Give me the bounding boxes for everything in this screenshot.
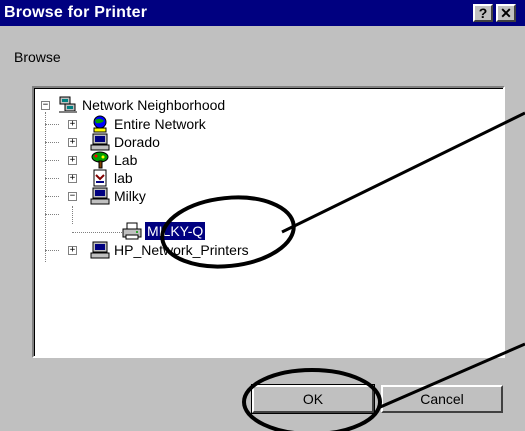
title-bar[interactable]: Browse for Printer ? ✕ bbox=[0, 0, 525, 26]
tree-item-label: Dorado bbox=[114, 134, 160, 150]
globe-network-icon bbox=[93, 115, 107, 133]
collapse-toggle[interactable]: − bbox=[68, 192, 77, 201]
expand-toggle[interactable]: + bbox=[68, 156, 77, 165]
tree-item-milky[interactable]: − Milky bbox=[34, 187, 334, 205]
tree-root-network-neighborhood[interactable]: − Network Neighborhood bbox=[34, 96, 334, 114]
tree-item-label: Entire Network bbox=[114, 116, 206, 132]
ok-button[interactable]: OK bbox=[251, 384, 375, 414]
tree-item-milky-q[interactable]: MILKY-Q bbox=[34, 221, 334, 241]
tree-item-dorado[interactable]: + Dorado bbox=[34, 133, 334, 151]
tree-item-hp-network-printers[interactable]: + HP_Network_Printers bbox=[34, 241, 334, 259]
printer-icon bbox=[122, 222, 142, 240]
computer-icon bbox=[90, 241, 110, 259]
tree-item-lab-lowercase[interactable]: + lab bbox=[34, 169, 334, 187]
computer-icon bbox=[90, 133, 110, 151]
collapse-toggle[interactable]: − bbox=[41, 101, 50, 110]
tree-connector bbox=[45, 214, 59, 215]
document-icon bbox=[93, 169, 107, 187]
browse-label: Browse bbox=[14, 49, 61, 65]
tree-item-label: Milky bbox=[114, 188, 146, 204]
tree-item-label: lab bbox=[114, 170, 133, 186]
tree-item-label: Network Neighborhood bbox=[82, 97, 226, 113]
expand-toggle[interactable]: + bbox=[68, 138, 77, 147]
tree-item-label: HP_Network_Printers bbox=[114, 242, 249, 258]
expand-toggle[interactable]: + bbox=[68, 174, 77, 183]
tree-item-lab[interactable]: + Lab bbox=[34, 151, 334, 169]
expand-toggle[interactable]: + bbox=[68, 120, 77, 129]
help-icon: ? bbox=[478, 5, 488, 21]
browse-for-printer-dialog: Browse for Printer ? ✕ Browse − Network … bbox=[0, 0, 525, 431]
help-button[interactable]: ? bbox=[473, 4, 493, 22]
computer-icon bbox=[90, 187, 110, 205]
close-button[interactable]: ✕ bbox=[496, 4, 516, 22]
expand-toggle[interactable]: + bbox=[68, 246, 77, 255]
tree-connector bbox=[72, 206, 73, 224]
tree-icon bbox=[91, 151, 109, 169]
tree-item-label-selected: MILKY-Q bbox=[143, 221, 207, 241]
network-neighborhood-icon bbox=[59, 96, 77, 113]
close-icon: ✕ bbox=[500, 5, 512, 21]
printer-tree-view[interactable]: − Network Neighborhood + Entire Network … bbox=[32, 86, 505, 358]
tree-item-label: Lab bbox=[114, 152, 138, 168]
tree-item-entire-network[interactable]: + Entire Network bbox=[34, 115, 334, 133]
window-title: Browse for Printer bbox=[4, 4, 148, 21]
cancel-button[interactable]: Cancel bbox=[381, 385, 503, 413]
